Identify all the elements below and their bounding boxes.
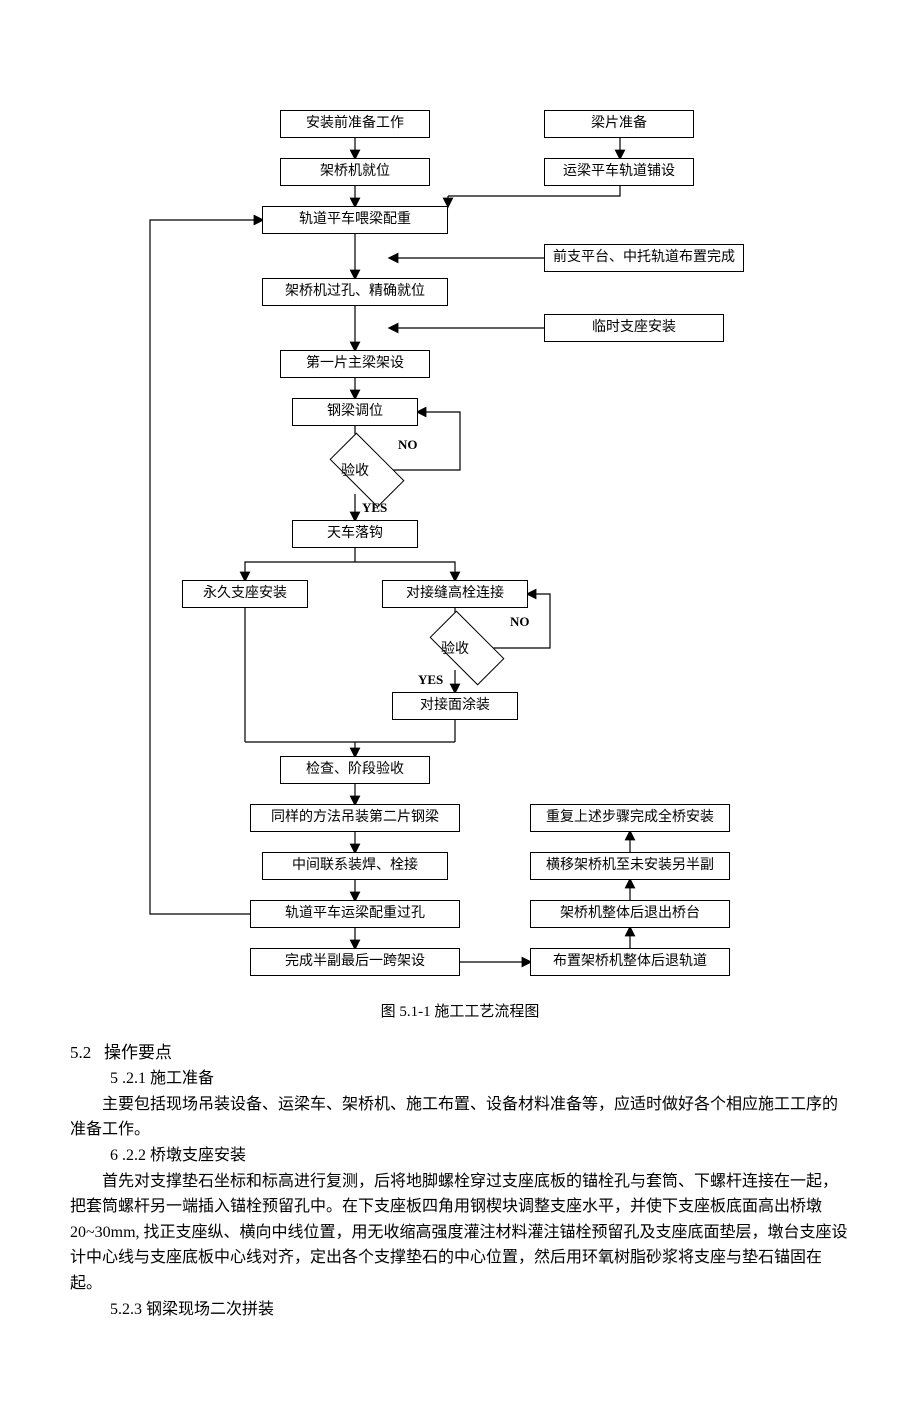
subsection-521-body: 主要包括现场吊装设备、运梁车、架桥机、施工布置、设备材料准备等，应适时做好各个相… xyxy=(70,1092,850,1143)
flowchart-container: 安装前准备工作 梁片准备 架桥机就位 运梁平车轨道铺设 轨道平车喂梁配重 前支平… xyxy=(130,110,790,990)
node-drop-hook: 天车落钩 xyxy=(292,520,418,548)
node-prep: 安装前准备工作 xyxy=(280,110,430,138)
node-paint: 对接面涂装 xyxy=(392,692,518,720)
node-beamprep: 梁片准备 xyxy=(544,110,694,138)
section-number: 5.2 xyxy=(70,1043,91,1062)
subsection-521-num: 5 .2.1 施工准备 xyxy=(110,1066,850,1092)
subsection-522-num: 6 .2.2 桥墩支座安装 xyxy=(110,1143,850,1169)
decision-accept1-label: 验收 xyxy=(338,460,372,480)
node-retreat: 架桥机整体后退出桥台 xyxy=(530,900,730,928)
node-track-through: 轨道平车运梁配重过孔 xyxy=(250,900,460,928)
node-track-balance: 轨道平车喂梁配重 xyxy=(262,206,448,234)
node-front-platform: 前支平台、中托轨道布置完成 xyxy=(544,244,744,272)
edge-yes-2: YES xyxy=(418,672,443,688)
decision-accept2-label: 验收 xyxy=(438,638,472,658)
node-half-final: 完成半副最后一跨架设 xyxy=(250,948,460,976)
node-temp-bearing: 临时支座安装 xyxy=(544,314,724,342)
node-launcher: 架桥机就位 xyxy=(280,158,430,186)
node-first-girder: 第一片主梁架设 xyxy=(280,350,430,378)
node-rail: 运梁平车轨道铺设 xyxy=(544,158,694,186)
node-check-phase: 检查、阶段验收 xyxy=(280,756,430,784)
subsection-523-num: 5.2.3 钢梁现场二次拼装 xyxy=(110,1297,850,1323)
node-perm-bearing: 永久支座安装 xyxy=(182,580,308,608)
edge-no-2: NO xyxy=(510,614,530,630)
node-repeat: 重复上述步骤完成全桥安装 xyxy=(530,804,730,832)
node-bolt: 对接缝高栓连接 xyxy=(382,580,528,608)
node-second-girder: 同样的方法吊装第二片钢梁 xyxy=(250,804,460,832)
node-retreat-track: 布置架桥机整体后退轨道 xyxy=(530,948,730,976)
figure-caption: 图 5.1-1 施工工艺流程图 xyxy=(0,1000,920,1021)
node-mid-link: 中间联系装焊、栓接 xyxy=(262,852,448,880)
node-adjust: 钢梁调位 xyxy=(292,398,418,426)
section-title: 操作要点 xyxy=(104,1043,172,1062)
subsection-522-body: 首先对支撑垫石坐标和标高进行复测，后将地脚螺栓穿过支座底板的锚栓孔与套筒、下螺杆… xyxy=(70,1169,850,1297)
edge-yes-1: YES xyxy=(362,500,387,516)
node-through-hole: 架桥机过孔、精确就位 xyxy=(262,278,448,306)
edge-no-1: NO xyxy=(398,437,418,453)
node-shift: 横移架桥机至未安装另半副 xyxy=(530,852,730,880)
body-text: 5.2 操作要点 5 .2.1 施工准备 主要包括现场吊装设备、运梁车、架桥机、… xyxy=(70,1039,850,1322)
